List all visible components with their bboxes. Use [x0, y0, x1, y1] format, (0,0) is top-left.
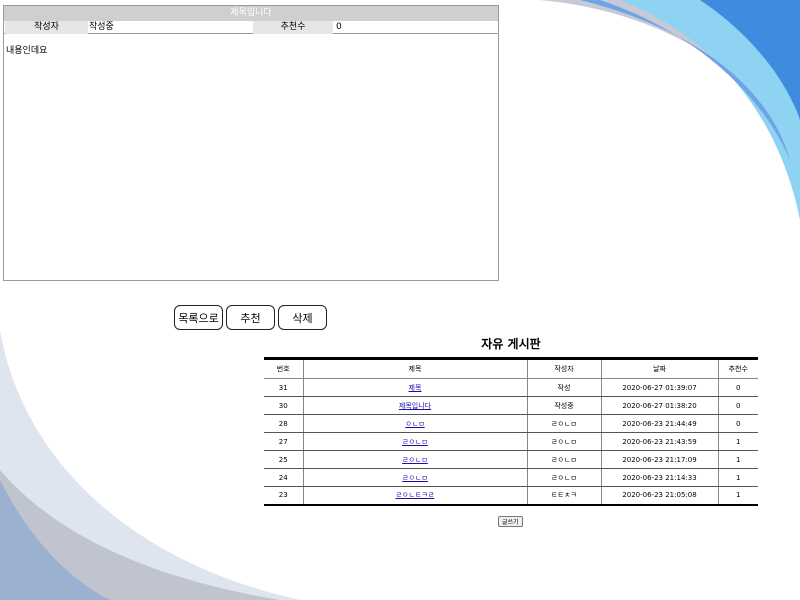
row-author: ㅌㅌㅊㅋ [526, 486, 601, 506]
post-title: 제목입니다 [4, 6, 498, 21]
header-date: 날짜 [600, 357, 718, 379]
table-row: 23 ㄹㅇㄴㅌㅋㄹ ㅌㅌㅊㅋ 2020-06-23 21:05:08 1 [264, 486, 758, 506]
row-title-cell: ㄹㅇㄴㅌㅋㄹ [302, 486, 527, 506]
row-recommend: 0 [717, 414, 758, 433]
row-title-cell: ㄹㅇㄴㅁ [302, 432, 527, 451]
row-title-link[interactable]: ㄹㅇㄴㅁ [402, 456, 428, 464]
row-date: 2020-06-23 21:14:33 [600, 468, 718, 487]
row-date: 2020-06-27 01:39:07 [600, 378, 718, 397]
author-value: 작성중 [89, 22, 114, 32]
row-date: 2020-06-23 21:44:49 [600, 414, 718, 433]
row-title-link[interactable]: ㅇㄴㅁ [405, 420, 424, 428]
row-date: 2020-06-27 01:38:20 [600, 396, 718, 415]
row-author: ㄹㅇㄴㅁ [526, 414, 601, 433]
row-title-link[interactable]: 제목입니다 [399, 402, 431, 410]
post-detail: 제목입니다 작성자 작성중 추천수 0 내용인데요 [3, 5, 499, 281]
row-number: 24 [264, 468, 303, 487]
row-date: 2020-06-23 21:05:08 [600, 486, 718, 506]
row-title-link[interactable]: 제목 [409, 384, 422, 392]
row-date: 2020-06-23 21:17:09 [600, 450, 718, 469]
row-title-cell: 제목 [302, 378, 527, 397]
row-recommend: 0 [717, 378, 758, 397]
row-author: ㄹㅇㄴㅁ [526, 450, 601, 469]
delete-button[interactable]: 삭제 [278, 305, 327, 330]
table-row: 25 ㄹㅇㄴㅁ ㄹㅇㄴㅁ 2020-06-23 21:17:09 1 [264, 450, 758, 469]
row-title-link[interactable]: ㄹㅇㄴㅌㅋㄹ [396, 491, 435, 499]
row-title-link[interactable]: ㄹㅇㄴㅁ [402, 438, 428, 446]
table-row: 31 제목 작성 2020-06-27 01:39:07 0 [264, 378, 758, 397]
table-row: 27 ㄹㅇㄴㅁ ㄹㅇㄴㅁ 2020-06-23 21:43:59 1 [264, 432, 758, 451]
recommend-button[interactable]: 추천 [226, 305, 275, 330]
table-row: 24 ㄹㅇㄴㅁ ㄹㅇㄴㅁ 2020-06-23 21:14:33 1 [264, 468, 758, 487]
row-date: 2020-06-23 21:43:59 [600, 432, 718, 451]
table-row: 30 제목입니다 작성중 2020-06-27 01:38:20 0 [264, 396, 758, 415]
row-number: 30 [264, 396, 303, 415]
recommend-label: 추천수 [253, 21, 333, 34]
row-recommend: 0 [717, 396, 758, 415]
row-title-link[interactable]: ㄹㅇㄴㅁ [402, 474, 428, 482]
board-table: 번호 제목 작성자 날짜 추천수 31 제목 작성 2020-06-27 01:… [264, 357, 758, 506]
row-number: 27 [264, 432, 303, 451]
row-recommend: 1 [717, 468, 758, 487]
row-author: ㄹㅇㄴㅁ [526, 468, 601, 487]
header-recommend: 추천수 [717, 357, 758, 379]
row-author: 작성중 [526, 396, 601, 415]
back-to-list-button[interactable]: 목록으로 [174, 305, 223, 330]
header-title: 제목 [302, 357, 527, 379]
row-title-cell: 제목입니다 [302, 396, 527, 415]
row-number: 28 [264, 414, 303, 433]
row-recommend: 1 [717, 450, 758, 469]
board-header-row: 번호 제목 작성자 날짜 추천수 [264, 357, 758, 379]
write-post-button[interactable]: 글쓰기 [498, 516, 523, 527]
row-recommend: 1 [717, 432, 758, 451]
recommend-value: 0 [336, 22, 342, 32]
author-label: 작성자 [5, 21, 88, 34]
header-number: 번호 [264, 357, 303, 379]
row-title-cell: ㅇㄴㅁ [302, 414, 527, 433]
post-meta-row: 작성자 작성중 추천수 0 [4, 21, 498, 34]
row-number: 31 [264, 378, 303, 397]
row-recommend: 1 [717, 486, 758, 506]
post-content: 내용인데요 [6, 46, 48, 56]
header-author: 작성자 [526, 357, 601, 379]
row-title-cell: ㄹㅇㄴㅁ [302, 468, 527, 487]
row-author: 작성 [526, 378, 601, 397]
board-title: 자유 게시판 [481, 337, 541, 351]
row-number: 23 [264, 486, 303, 506]
row-number: 25 [264, 450, 303, 469]
row-author: ㄹㅇㄴㅁ [526, 432, 601, 451]
table-row: 28 ㅇㄴㅁ ㄹㅇㄴㅁ 2020-06-23 21:44:49 0 [264, 414, 758, 433]
row-title-cell: ㄹㅇㄴㅁ [302, 450, 527, 469]
